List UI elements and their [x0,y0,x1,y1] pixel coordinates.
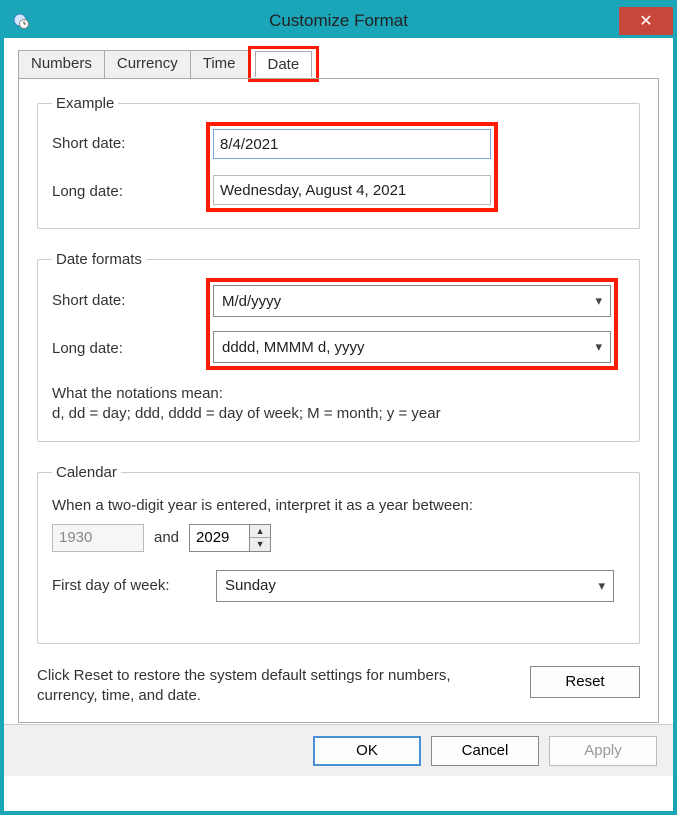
date-formats-group: Date formats Short date: Long date: M/d/… [37,251,640,442]
date-formats-legend: Date formats [52,251,146,268]
ok-button[interactable]: OK [313,736,421,766]
window-title: Customize Format [4,11,673,31]
spin-up-button[interactable]: ▲ [250,525,270,539]
first-day-combo[interactable]: Sunday ▾ [216,570,614,602]
formats-short-label: Short date: [52,284,206,316]
example-long-label: Long date: [52,176,206,206]
close-icon: ✕ [639,11,652,31]
apply-button[interactable]: Apply [549,736,657,766]
tab-strip: Numbers Currency Time Date [18,50,673,79]
example-highlight-box: 8/4/2021 Wednesday, August 4, 2021 [206,122,498,212]
tab-time[interactable]: Time [190,50,249,79]
year-to-input[interactable] [189,524,249,552]
notations-title: What the notations mean: [52,384,625,404]
first-day-label: First day of week: [52,577,216,594]
content-area: Numbers Currency Time Date Example Short… [4,38,673,811]
tab-currency[interactable]: Currency [104,50,191,79]
chevron-down-icon: ▾ [595,293,602,309]
tab-date[interactable]: Date [255,51,313,77]
chevron-down-icon: ▾ [598,578,605,594]
tab-date-highlight: Date [248,46,320,82]
notations-help: What the notations mean: d, dd = day; dd… [52,384,625,425]
first-day-row: First day of week: Sunday ▾ [52,570,625,602]
year-from-field: 1930 [52,524,144,552]
globe-clock-icon [12,12,30,30]
notations-body: d, dd = day; ddd, dddd = day of week; M … [52,404,625,424]
reset-row: Click Reset to restore the system defaul… [37,666,640,707]
long-date-format-combo[interactable]: dddd, MMMM d, yyyy ▾ [213,331,611,363]
calendar-legend: Calendar [52,464,121,481]
long-date-format-value: dddd, MMMM d, yyyy [222,339,365,356]
example-group: Example Short date: Long date: 8/4/2021 … [37,95,640,229]
example-legend: Example [52,95,118,112]
chevron-down-icon: ▾ [595,339,602,355]
first-day-value: Sunday [225,577,276,594]
formats-long-label: Long date: [52,332,206,364]
customize-format-window: Customize Format ✕ Numbers Currency Time… [0,0,677,815]
tab-numbers[interactable]: Numbers [18,50,105,79]
example-short-label: Short date: [52,128,206,158]
titlebar: Customize Format ✕ [4,4,673,38]
two-digit-year-text: When a two-digit year is entered, interp… [52,497,625,514]
close-button[interactable]: ✕ [619,7,673,35]
cancel-button[interactable]: Cancel [431,736,539,766]
year-to-spin-buttons: ▲ ▼ [249,524,271,552]
year-range-row: 1930 and ▲ ▼ [52,524,625,552]
example-long-value: Wednesday, August 4, 2021 [213,175,491,205]
dialog-footer: OK Cancel Apply [4,724,673,776]
example-short-value: 8/4/2021 [213,129,491,159]
year-and-label: and [154,529,179,546]
calendar-group: Calendar When a two-digit year is entere… [37,464,640,644]
reset-description: Click Reset to restore the system defaul… [37,666,530,707]
year-to-spinner: ▲ ▼ [189,524,271,552]
short-date-format-combo[interactable]: M/d/yyyy ▾ [213,285,611,317]
formats-highlight-box: M/d/yyyy ▾ dddd, MMMM d, yyyy ▾ [206,278,618,370]
spin-down-button[interactable]: ▼ [250,538,270,551]
tab-panel-date: Example Short date: Long date: 8/4/2021 … [18,78,659,723]
short-date-format-value: M/d/yyyy [222,293,281,310]
reset-button[interactable]: Reset [530,666,640,698]
